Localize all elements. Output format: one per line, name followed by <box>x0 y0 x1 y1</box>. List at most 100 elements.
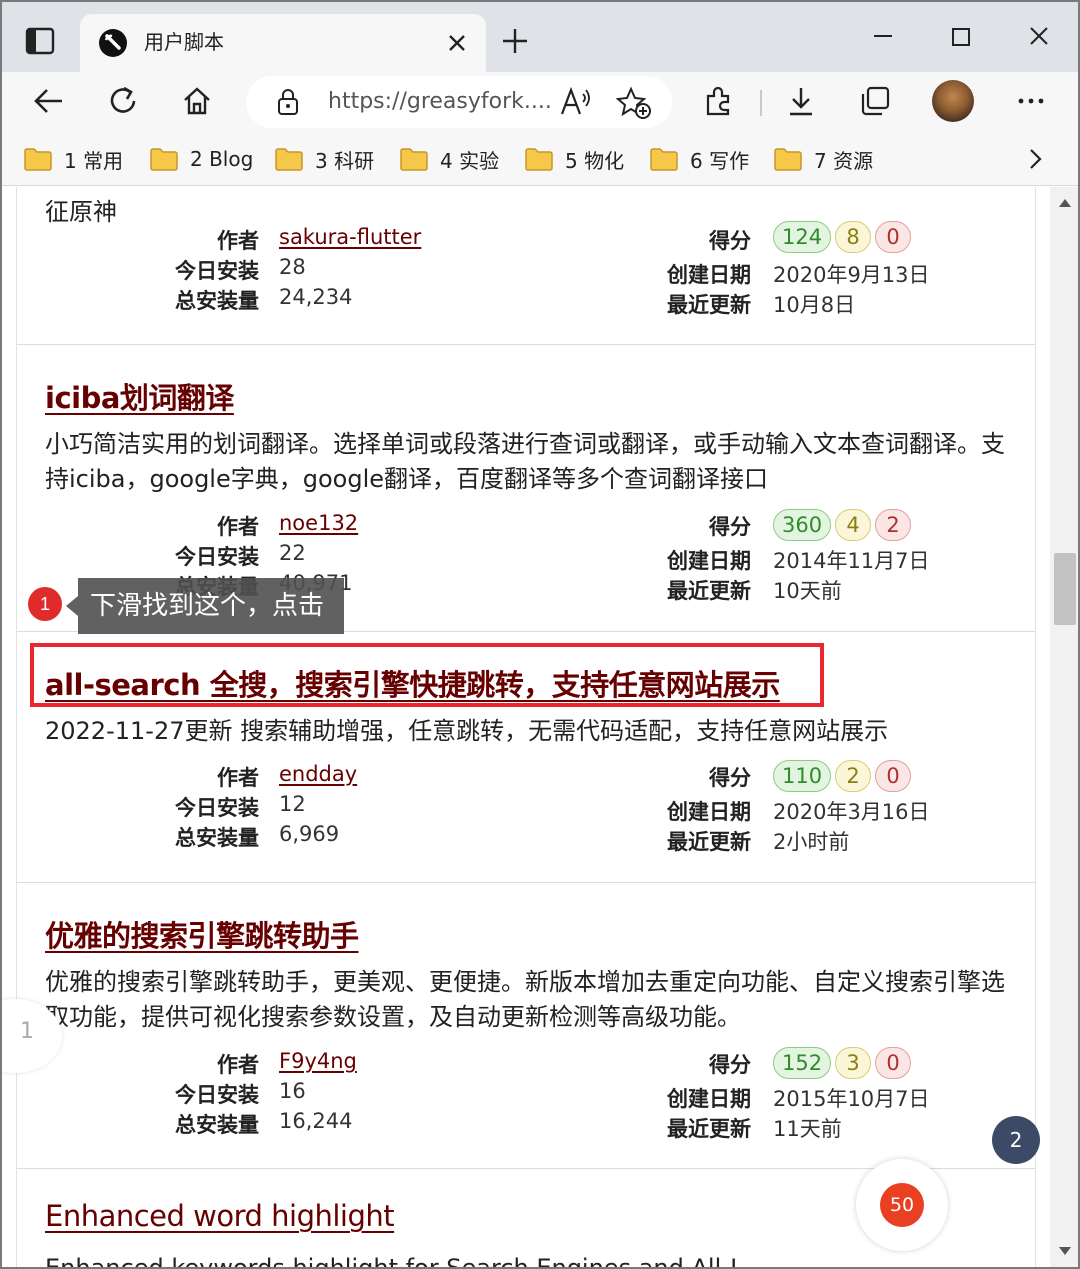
close-tab-icon[interactable] <box>444 30 470 56</box>
daily-installs-value: 12 <box>279 792 306 816</box>
floating-badge: 50 <box>880 1183 924 1227</box>
side-bubble-number: 1 <box>20 1019 34 1044</box>
bookmark-label: 7 资源 <box>814 148 874 173</box>
daily-installs-value: 28 <box>279 255 306 279</box>
close-window-icon[interactable] <box>1022 22 1056 56</box>
page-scrollbar[interactable] <box>1050 187 1080 1269</box>
rating-good: 152 <box>773 1047 832 1079</box>
step-1-marker: 1 <box>28 587 62 621</box>
extensions-icon[interactable] <box>702 84 736 118</box>
lock-icon[interactable] <box>274 88 302 116</box>
bookmark-label: 2 Blog <box>190 147 254 171</box>
author-link[interactable]: endday <box>279 762 357 786</box>
rating-ok: 4 <box>835 509 872 541</box>
address-bar[interactable]: https://greasyfork.... <box>246 76 672 128</box>
rating-bad: 0 <box>875 221 912 253</box>
script-title-link[interactable]: Enhanced word highlight <box>45 1199 395 1233</box>
total-installs-value: 6,969 <box>279 822 340 846</box>
folder-icon <box>275 148 303 171</box>
folder-icon <box>400 148 428 171</box>
toolbar-separator <box>760 90 762 116</box>
updated-value: 10天前 <box>773 579 842 603</box>
created-label: 创建日期 <box>667 1087 751 1111</box>
rating-ok: 3 <box>835 1047 872 1079</box>
total-installs-label: 总安装量 <box>175 1113 259 1137</box>
rating-ok: 2 <box>835 760 872 792</box>
daily-installs-value: 22 <box>279 541 306 565</box>
collections-icon[interactable] <box>858 84 892 118</box>
rating-score: 360 4 2 <box>773 509 912 541</box>
updated-value: 10月8日 <box>773 293 856 317</box>
new-tab-icon[interactable] <box>500 26 530 56</box>
read-aloud-icon[interactable] <box>558 86 592 118</box>
url-text[interactable]: https://greasyfork.... <box>328 88 552 116</box>
author-link[interactable]: noe132 <box>279 511 358 535</box>
scroll-down-arrow-icon[interactable] <box>1059 1247 1071 1255</box>
minimize-icon[interactable] <box>866 22 900 56</box>
home-icon[interactable] <box>180 84 214 118</box>
author-label: 作者 <box>217 766 259 790</box>
bookmark-label: 5 物化 <box>565 148 625 173</box>
daily-installs-label: 今日安装 <box>175 1083 259 1107</box>
page-viewport: 征原神 作者 sakura-flutter 今日安装 28 总安装量 24,23… <box>0 187 1080 1269</box>
total-installs-value: 16,244 <box>279 1109 353 1133</box>
refresh-icon[interactable] <box>106 84 140 118</box>
rating-good: 124 <box>773 221 832 253</box>
bookmark-folder-2[interactable]: 2 Blog <box>150 144 253 174</box>
floating-widget[interactable]: 50 <box>856 1159 948 1251</box>
bookmark-folder-7[interactable]: 7 资源 <box>774 144 873 174</box>
rating-bad: 0 <box>875 1047 912 1079</box>
author-link[interactable]: sakura-flutter <box>279 225 421 249</box>
bookmark-label: 4 实验 <box>440 148 500 173</box>
bookmark-folder-6[interactable]: 6 写作 <box>650 144 749 174</box>
rating-ok: 8 <box>835 221 872 253</box>
rating-label: 得分 <box>709 515 751 539</box>
active-tab[interactable]: 用户脚本 <box>80 14 486 74</box>
updated-label: 最近更新 <box>667 579 751 603</box>
chevron-right-icon[interactable] <box>1022 146 1048 172</box>
rating-bad: 0 <box>875 760 912 792</box>
bookmark-folder-4[interactable]: 4 实验 <box>400 144 499 174</box>
bookmark-label: 6 写作 <box>690 148 750 173</box>
created-value: 2020年9月13日 <box>773 263 930 287</box>
bookmark-folder-3[interactable]: 3 科研 <box>275 144 374 174</box>
downloads-icon[interactable] <box>784 84 818 118</box>
folder-icon <box>150 148 178 171</box>
browser-toolbar: https://greasyfork.... <box>0 72 1080 132</box>
script-title-link[interactable]: 优雅的搜索引擎跳转助手 <box>45 913 359 955</box>
created-label: 创建日期 <box>667 549 751 573</box>
more-menu-icon[interactable] <box>1014 84 1048 118</box>
bookmark-folder-1[interactable]: 1 常用 <box>24 144 123 174</box>
total-installs-label: 总安装量 <box>175 826 259 850</box>
step-1-tooltip: 下滑找到这个，点击 <box>65 578 345 634</box>
rating-good: 360 <box>773 509 832 541</box>
sidebar-toggle-icon[interactable] <box>24 26 56 56</box>
folder-icon <box>24 148 52 171</box>
created-label: 创建日期 <box>667 263 751 287</box>
daily-installs-label: 今日安装 <box>175 545 259 569</box>
back-icon[interactable] <box>32 84 66 118</box>
rating-good: 110 <box>773 760 832 792</box>
profile-avatar[interactable] <box>932 80 974 122</box>
created-value: 2015年10月7日 <box>773 1087 930 1111</box>
script-description: Enhanced keywords highlight for Search E… <box>45 1254 739 1269</box>
add-favorite-icon[interactable] <box>616 86 652 120</box>
script-description: 优雅的搜索引擎跳转助手，更美观、更便捷。新版本增加去重定向功能、自定义搜索引擎选… <box>45 968 1005 1031</box>
author-label: 作者 <box>217 1053 259 1077</box>
script-title-link[interactable]: iciba划词翻译 <box>45 375 234 417</box>
rating-label: 得分 <box>709 229 751 253</box>
bookmark-label: 1 常用 <box>64 148 124 173</box>
daily-installs-label: 今日安装 <box>175 259 259 283</box>
created-label: 创建日期 <box>667 800 751 824</box>
bookmark-folder-5[interactable]: 5 物化 <box>525 144 624 174</box>
folder-icon <box>774 148 802 171</box>
scroll-up-arrow-icon[interactable] <box>1059 199 1071 207</box>
maximize-icon[interactable] <box>944 22 978 56</box>
updated-label: 最近更新 <box>667 293 751 317</box>
script-card: 征原神 作者 sakura-flutter 今日安装 28 总安装量 24,23… <box>16 187 1036 345</box>
updated-value: 11天前 <box>773 1117 842 1141</box>
rating-label: 得分 <box>709 766 751 790</box>
total-installs-label: 总安装量 <box>175 289 259 313</box>
author-link[interactable]: F9y4ng <box>279 1049 357 1073</box>
scrollbar-thumb[interactable] <box>1054 553 1076 625</box>
